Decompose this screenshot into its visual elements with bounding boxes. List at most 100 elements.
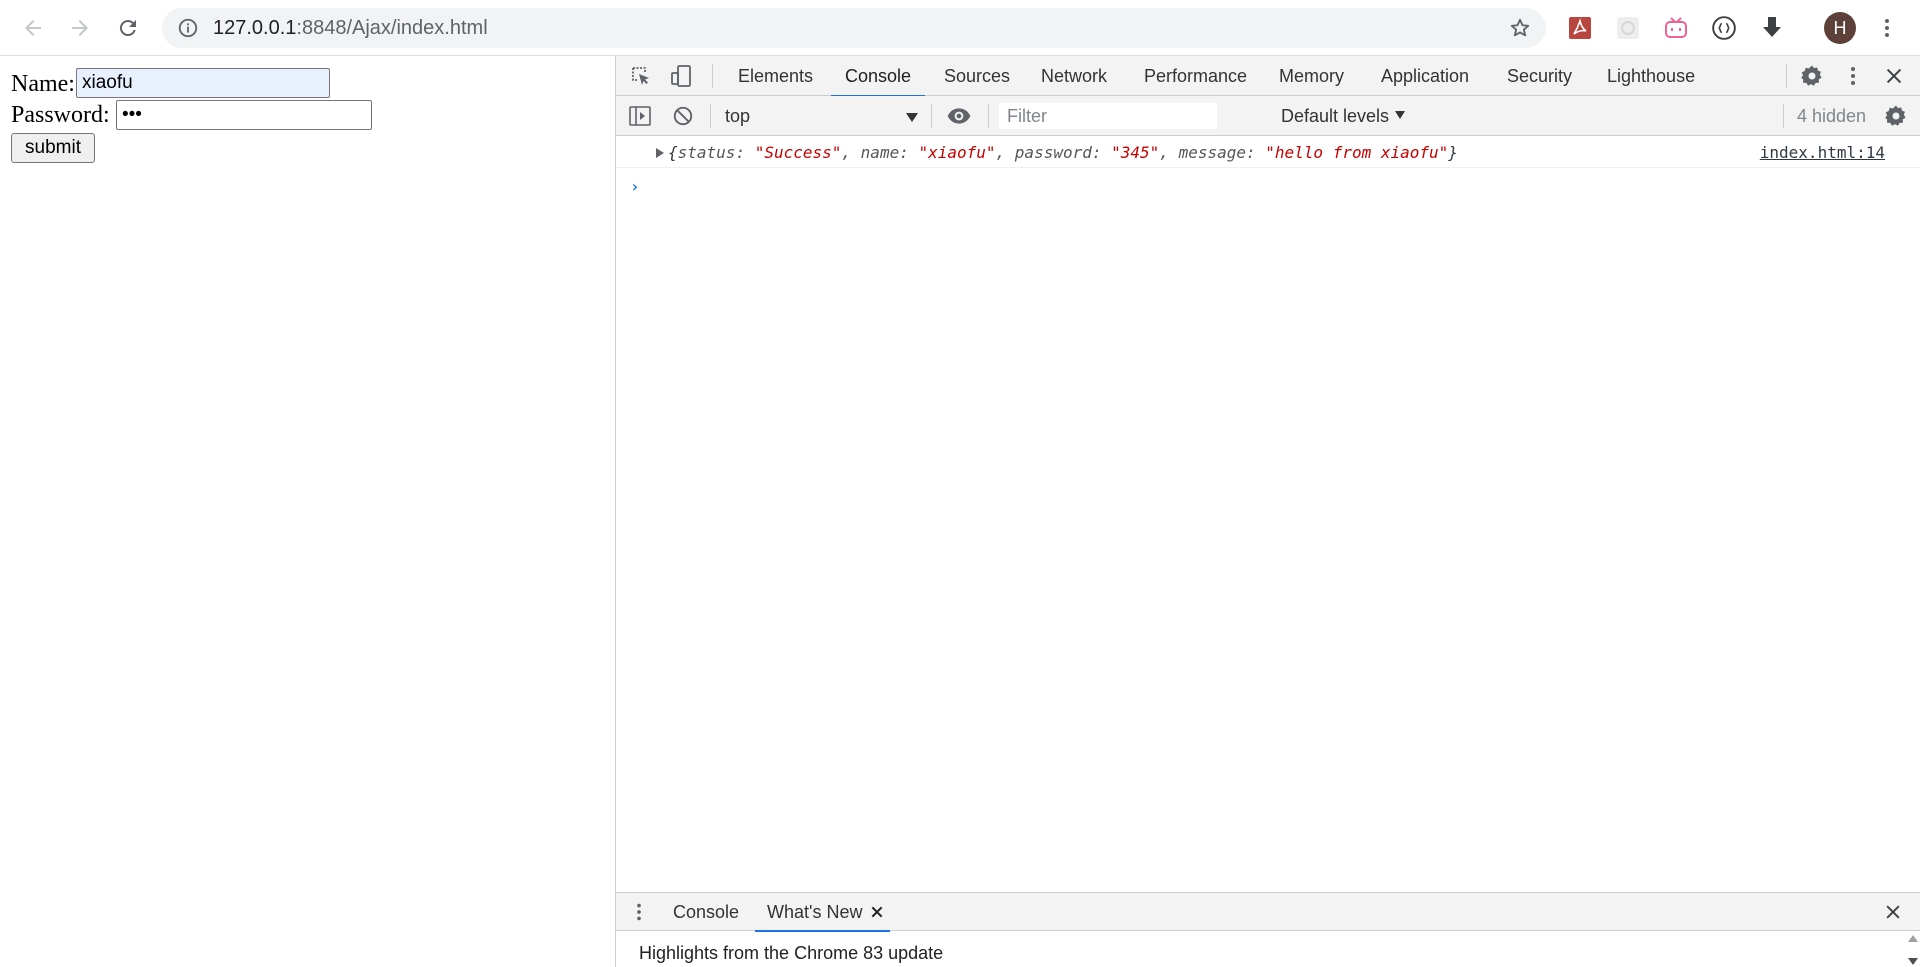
tab-console[interactable]: Console <box>831 56 926 97</box>
bookmark-button[interactable] <box>1508 16 1532 40</box>
toolbar-separator <box>712 64 713 88</box>
close-devtools-button[interactable] <box>1880 62 1908 90</box>
inspect-element-button[interactable] <box>627 62 655 90</box>
password-input[interactable]: ••• <box>116 100 372 130</box>
browser-menu-button[interactable] <box>1873 14 1901 42</box>
log-levels-select[interactable]: Default levels <box>1281 106 1406 126</box>
vertical-dots-icon <box>637 903 641 921</box>
live-expression-button[interactable] <box>945 102 973 130</box>
pdf-extension-button[interactable] <box>1566 14 1594 42</box>
scroll-down-arrow-icon[interactable] <box>1908 958 1918 965</box>
arrow-right-icon <box>72 20 88 36</box>
url-text[interactable]: 127.0.0.1:8848/Ajax/index.html <box>213 18 488 38</box>
bilibili-extension-button[interactable] <box>1662 14 1690 42</box>
vertical-dots-icon <box>1851 67 1855 85</box>
tab-memory[interactable]: Memory <box>1279 56 1344 96</box>
entry-separator: , <box>1159 143 1179 162</box>
profile-avatar[interactable]: H <box>1824 12 1856 44</box>
drawer-tabbar: Console What's New <box>616 893 1920 932</box>
toolbar-separator <box>1783 104 1784 128</box>
tab-elements[interactable]: Elements <box>738 56 813 96</box>
downloads-button[interactable] <box>1758 14 1786 42</box>
page-viewport: Name: xiaofu Password: ••• submit <box>0 56 615 967</box>
log-key: status <box>677 143 736 162</box>
tab-application[interactable]: Application <box>1381 56 1469 96</box>
hidden-messages-count[interactable]: 4 hidden <box>1797 106 1866 126</box>
devtools-drawer: Console What's New Highlights from the C… <box>616 892 1920 967</box>
forward-button[interactable] <box>62 10 98 46</box>
close-drawer-button[interactable] <box>1879 898 1907 926</box>
tab-sources[interactable]: Sources <box>944 56 1010 96</box>
devtools-menu-button[interactable] <box>1839 62 1867 90</box>
brace-open: { <box>668 143 678 162</box>
tab-network[interactable]: Network <box>1041 56 1107 96</box>
console-output: {status: "Success", name: "xiaofu", pass… <box>616 137 1920 893</box>
download-arrow-icon <box>1763 17 1781 37</box>
close-whats-new-tab-button[interactable] <box>868 903 886 921</box>
clear-console-button[interactable] <box>669 102 697 130</box>
toolbar-separator <box>988 104 989 128</box>
drawer-tab-whats-new[interactable]: What's New <box>755 893 891 932</box>
back-button[interactable] <box>15 10 51 46</box>
key-separator: : <box>1246 143 1266 162</box>
levels-dropdown-arrow <box>1395 111 1406 119</box>
devtools-panel: Elements Console Sources Network Perform… <box>615 56 1920 967</box>
expand-object-triangle[interactable] <box>656 148 664 158</box>
log-value: "hello from xiaofu" <box>1265 143 1449 162</box>
console-settings-button[interactable] <box>1882 102 1910 130</box>
key-separator: : <box>735 143 755 162</box>
console-log-row[interactable]: {status: "Success", name: "xiaofu", pass… <box>616 137 1920 168</box>
tab-security[interactable]: Security <box>1507 56 1572 96</box>
name-label: Name: <box>11 71 75 97</box>
drawer-tab-console[interactable]: Console <box>673 893 739 931</box>
arrow-left-icon <box>25 20 41 36</box>
log-object-preview[interactable]: {status: "Success", name: "xiaofu", pass… <box>668 144 1458 162</box>
key-separator: : <box>899 143 919 162</box>
log-value: "345" <box>1111 143 1160 162</box>
browser-toolbar: 127.0.0.1:8848/Ajax/index.html H <box>0 0 1920 56</box>
log-key: message <box>1178 143 1246 162</box>
pdf-extension-icon <box>1569 17 1591 39</box>
block-icon <box>673 106 693 126</box>
log-key: password <box>1014 143 1092 162</box>
password-label: Password: <box>11 102 110 128</box>
url-host: 127.0.0.1 <box>213 17 297 39</box>
log-value: "xiaofu" <box>918 143 996 162</box>
entry-separator: , <box>841 143 861 162</box>
toolbar-separator <box>931 104 932 128</box>
tab-console-label: Console <box>845 66 912 86</box>
console-prompt[interactable]: › <box>630 177 640 196</box>
context-dropdown-arrow[interactable] <box>906 113 918 122</box>
json-viewer-extension-button[interactable] <box>1710 14 1738 42</box>
toolbar-separator <box>1786 64 1787 88</box>
device-toolbar-button[interactable] <box>667 62 695 90</box>
console-toolbar: top Filter Default levels 4 hidden <box>616 96 1920 136</box>
show-sidebar-button[interactable] <box>626 102 654 130</box>
site-info-button[interactable] <box>176 16 200 40</box>
scroll-up-arrow-icon[interactable] <box>1908 935 1918 942</box>
gray-extension-button[interactable] <box>1614 14 1642 42</box>
devtools-settings-button[interactable] <box>1798 62 1826 90</box>
drawer-tab-whats-new-label: What's New <box>767 902 863 922</box>
console-filter-input[interactable]: Filter <box>999 103 1217 129</box>
eye-icon <box>947 108 971 124</box>
toolbar-separator <box>710 104 711 128</box>
sidebar-toggle-icon <box>629 106 651 126</box>
vertical-dots-icon <box>1885 19 1889 37</box>
device-mode-icon <box>671 65 691 87</box>
log-key: name <box>860 143 900 162</box>
tab-performance[interactable]: Performance <box>1144 56 1247 96</box>
log-value: "Success" <box>754 143 842 162</box>
name-input[interactable]: xiaofu <box>76 68 330 98</box>
address-bar[interactable]: 127.0.0.1:8848/Ajax/index.html <box>162 8 1546 48</box>
reload-icon <box>119 20 136 37</box>
submit-button[interactable]: submit <box>11 133 95 163</box>
drawer-menu-button[interactable] <box>625 898 653 926</box>
drawer-scrollbar[interactable] <box>1905 932 1920 967</box>
tab-lighthouse[interactable]: Lighthouse <box>1607 56 1695 96</box>
gear-icon <box>1885 105 1906 126</box>
devtools-tabbar: Elements Console Sources Network Perform… <box>616 56 1920 97</box>
log-source-link[interactable]: index.html:14 <box>1760 144 1885 162</box>
reload-button[interactable] <box>110 10 146 46</box>
execution-context-select[interactable]: top <box>725 106 750 126</box>
